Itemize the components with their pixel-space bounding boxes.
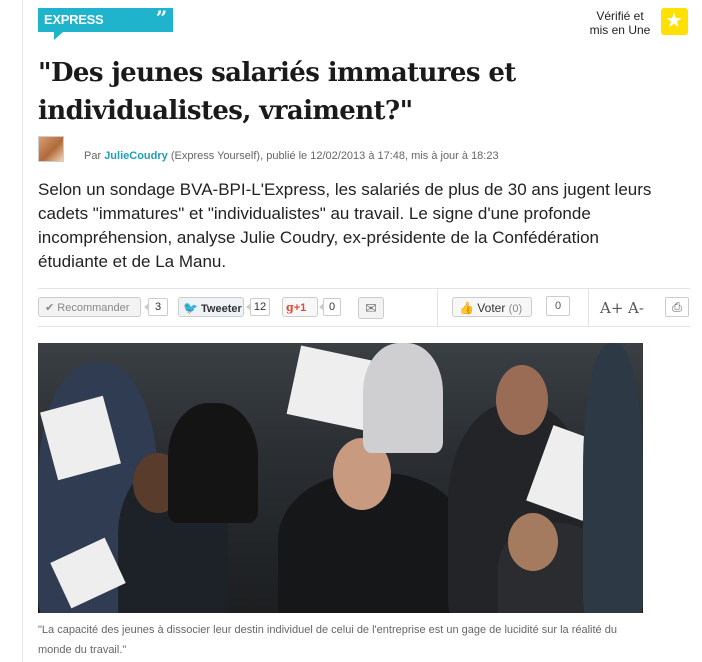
byline: Par JulieCoudry (Express Yourself), publ…	[84, 150, 499, 162]
badge-tail	[54, 32, 63, 40]
printer-icon: ⎙	[672, 300, 682, 314]
font-increase-button[interactable]: A+	[600, 299, 623, 317]
section-badge[interactable]: EXPRESS YOURSELF ”	[38, 6, 173, 51]
recommander-count: 3	[144, 298, 168, 316]
photo-figure	[363, 343, 443, 453]
voter-count: (0)	[508, 303, 523, 315]
left-border	[22, 0, 23, 662]
byline-prefix: Par	[84, 150, 102, 162]
voter-button[interactable]: 👍 Voter (0)	[452, 297, 532, 317]
twitter-bird-icon: 🐦	[183, 301, 198, 315]
photo-face	[496, 365, 548, 435]
photo-face	[508, 513, 558, 571]
byline-details: (Express Yourself), publié le 12/02/2013…	[170, 150, 499, 162]
font-decrease-label: A-	[628, 299, 644, 317]
toolbar-separator	[588, 288, 589, 326]
photo-figure	[168, 403, 258, 523]
article-lede: Selon un sondage BVA-BPI-L'Express, les …	[38, 180, 652, 271]
verified-line-2: mis en Une	[589, 23, 651, 37]
photo-caption: "La capacité des jeunes à dissocier leur…	[38, 624, 617, 656]
toolbar-divider-top	[38, 288, 690, 289]
recommander-label: Recommander	[57, 302, 130, 314]
voter-label: Voter	[477, 301, 506, 315]
recommander-button[interactable]: ✔ Recommander	[38, 297, 141, 317]
google-plus-icon: g	[286, 301, 294, 314]
star-icon: ★	[661, 8, 688, 35]
check-icon: ✔	[45, 302, 55, 314]
google-plus-label: +1	[293, 302, 307, 314]
comment-count-button[interactable]: 0	[546, 296, 570, 316]
google-plus-button[interactable]: g+1	[282, 297, 318, 317]
quote-icon: ”	[155, 6, 168, 30]
envelope-icon: ✉	[365, 300, 377, 316]
email-button[interactable]: ✉	[358, 297, 384, 319]
article-photo	[38, 343, 643, 613]
thumbs-up-icon: 👍	[459, 301, 474, 315]
article-title: "Des jeunes salariés immatures et indivi…	[38, 58, 516, 126]
toolbar-separator	[437, 288, 438, 326]
tweeter-label: Tweeter	[201, 303, 242, 315]
author-avatar[interactable]	[38, 136, 64, 162]
author-link[interactable]: JulieCoudry	[104, 150, 168, 162]
verified-label: Vérifié et mis en Une	[585, 9, 655, 37]
font-decrease-button[interactable]: A-	[628, 299, 644, 317]
verified-line-1: Vérifié et	[596, 9, 644, 23]
photo-figure	[583, 343, 643, 613]
google-plus-count: 0	[319, 298, 341, 316]
toolbar-divider-bottom	[38, 326, 690, 327]
print-button[interactable]: ⎙	[665, 297, 689, 317]
tweeter-count: 12	[246, 298, 270, 316]
tweeter-button[interactable]: 🐦 Tweeter	[178, 297, 244, 317]
font-increase-label: A+	[600, 299, 624, 317]
